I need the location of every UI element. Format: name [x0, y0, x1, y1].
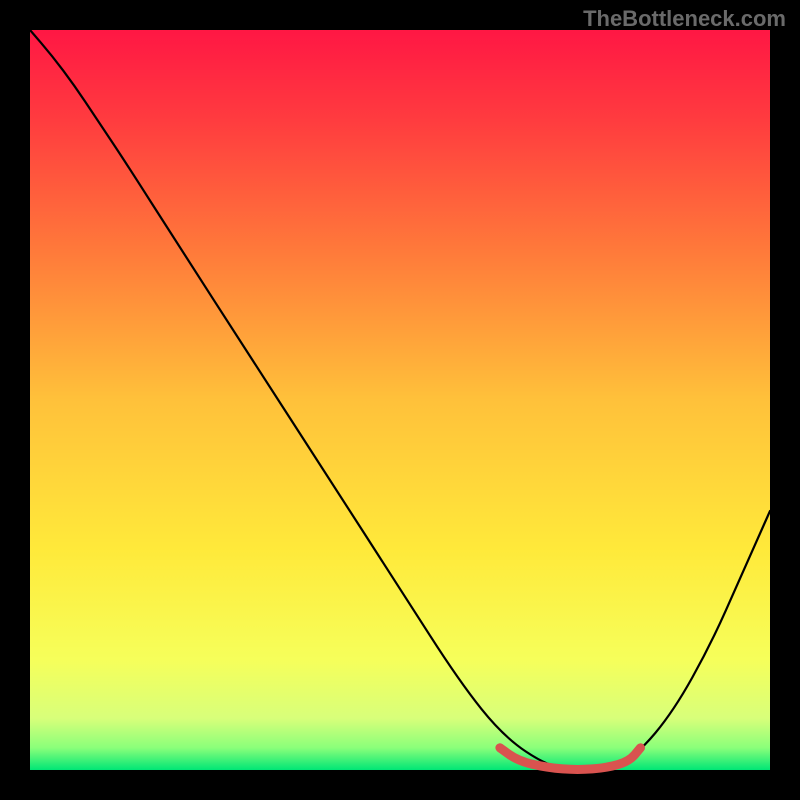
bottleneck-chart — [0, 0, 800, 800]
watermark-text: TheBottleneck.com — [583, 6, 786, 32]
gradient-background — [30, 30, 770, 770]
chart-container: TheBottleneck.com — [0, 0, 800, 800]
